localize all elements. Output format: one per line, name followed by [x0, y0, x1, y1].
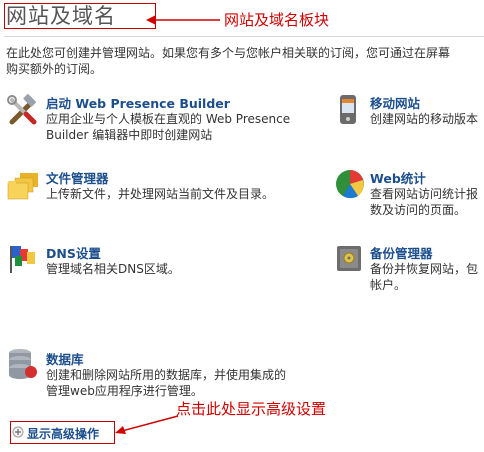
- web-statistics-desc: 查看网站访问统计报: [370, 187, 479, 201]
- backup-manager-desc: 备份并恢复网站，包: [370, 262, 479, 276]
- title-divider: [4, 36, 484, 37]
- flags-icon[interactable]: [6, 242, 40, 276]
- database-desc: 管理web应用程序进行管理。: [46, 384, 203, 398]
- dns-settings-link[interactable]: DNS设置: [46, 243, 101, 262]
- web-presence-builder-link[interactable]: 启动 Web Presence Builder: [46, 93, 230, 112]
- file-manager-desc: 上传新文件，并处理网站当前文件及目录。: [46, 187, 275, 201]
- backup-manager-desc: 帐户。: [370, 278, 407, 292]
- mobile-phone-icon[interactable]: [335, 93, 361, 127]
- backup-manager-link[interactable]: 备份管理器: [370, 243, 433, 262]
- section-title: 网站及域名: [4, 3, 156, 29]
- database-icon[interactable]: [6, 347, 38, 381]
- expand-icon[interactable]: [12, 426, 24, 438]
- intro-text: 在此处您可创建并管理网站。如果您有多个与您帐户相关联的订阅，您可通过在屏幕 购买…: [6, 45, 484, 77]
- file-manager-link[interactable]: 文件管理器: [46, 168, 109, 187]
- annotation-arrow-icon: [115, 415, 179, 434]
- annotation-arrow-icon: [146, 15, 220, 25]
- database-desc: 创建和删除网站所用的数据库，并使用集成的: [46, 368, 287, 382]
- intro-line: 在此处您可创建并管理网站。如果您有多个与您帐户相关联的订阅，您可通过在屏幕: [6, 46, 451, 60]
- folders-icon[interactable]: [6, 170, 40, 202]
- web-statistics-desc: 数及访问的页面。: [370, 203, 467, 217]
- mobile-site-desc: 创建网站的移动版本: [370, 112, 479, 126]
- section-annotation: 网站及域名板块: [224, 11, 330, 29]
- database-link[interactable]: 数据库: [46, 349, 84, 368]
- mobile-site-link[interactable]: 移动网站: [370, 93, 420, 112]
- tools-icon[interactable]: [6, 94, 40, 128]
- web-presence-builder-desc: 应用企业与个人模板在直观的 Web Presence: [46, 112, 291, 126]
- intro-line: 购买额外的订阅。: [6, 62, 103, 76]
- safe-icon[interactable]: [335, 244, 363, 274]
- show-advanced-button[interactable]: 显示高级操作: [27, 425, 99, 442]
- web-statistics-link[interactable]: Web统计: [370, 168, 426, 187]
- advanced-annotation: 点击此处显示高级设置: [176, 400, 327, 418]
- web-presence-builder-desc: Builder 编辑器中即时创建网站: [46, 128, 213, 142]
- pie-chart-icon[interactable]: [334, 168, 366, 200]
- dns-settings-desc: 管理域名相关DNS区域。: [46, 262, 180, 276]
